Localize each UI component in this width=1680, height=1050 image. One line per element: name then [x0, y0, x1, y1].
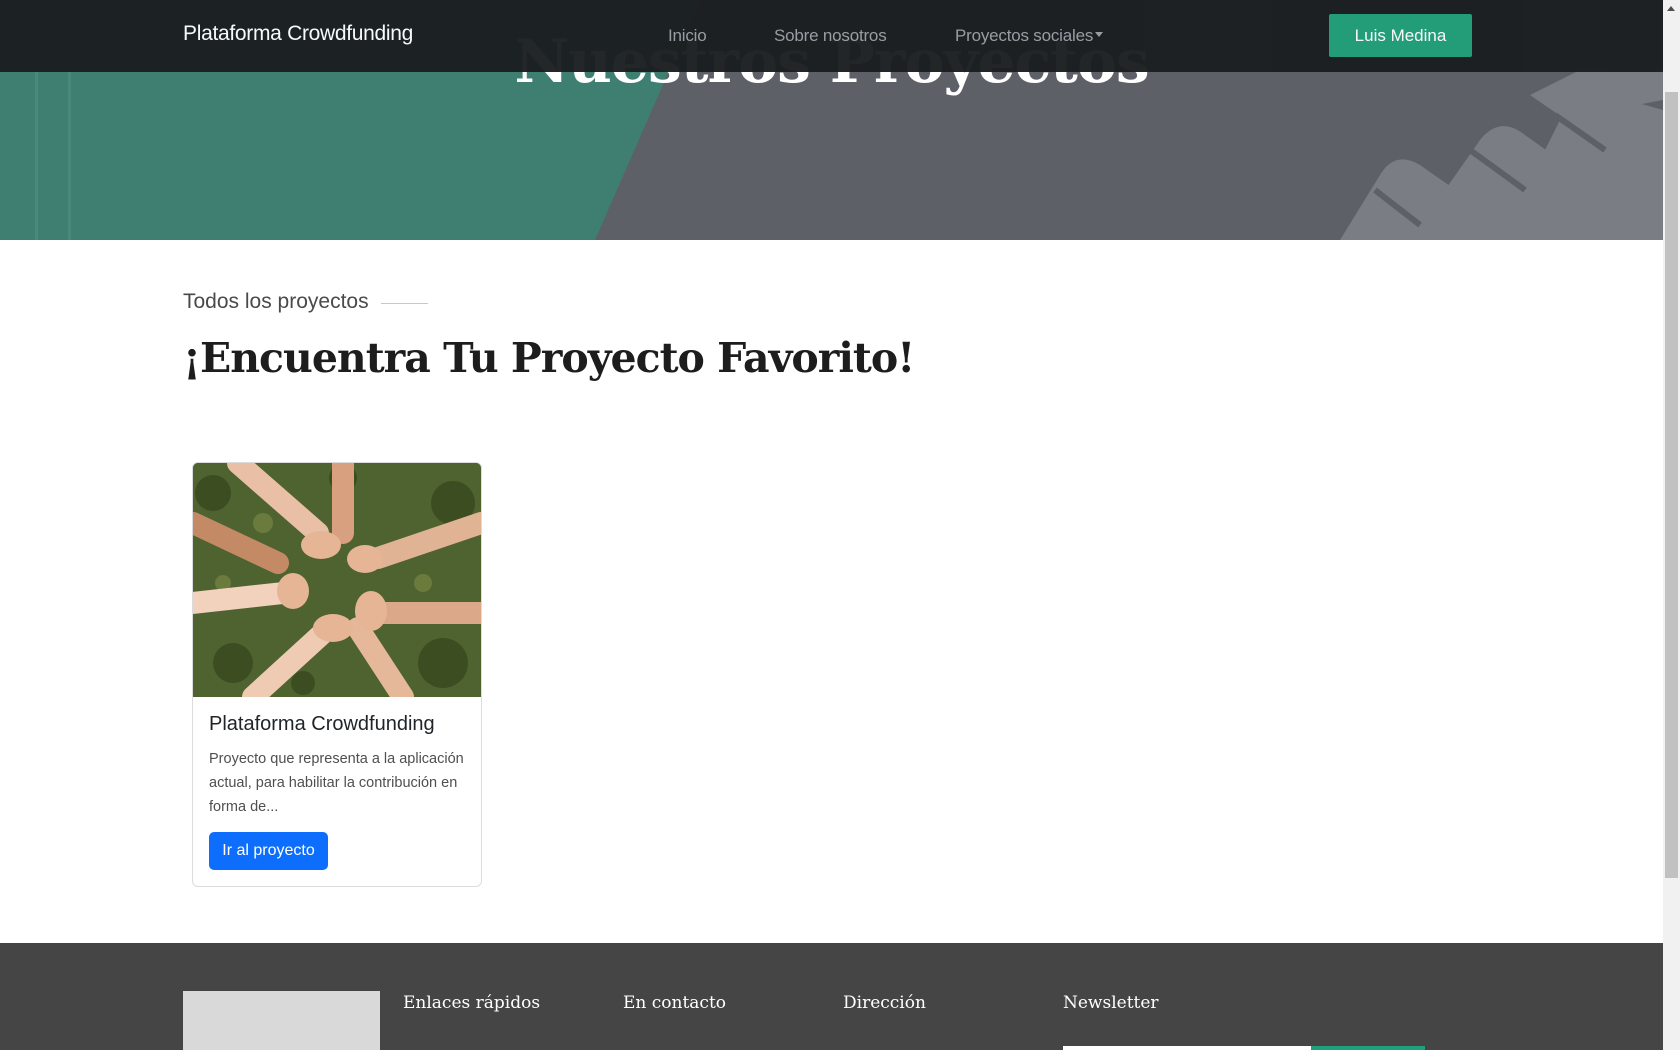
navbar: Plataforma Crowdfunding Inicio Sobre nos…: [0, 0, 1663, 72]
vertical-scrollbar[interactable]: [1663, 0, 1680, 1050]
project-title: Plataforma Crowdfunding: [209, 713, 435, 735]
section-eyebrow: Todos los proyectos: [183, 290, 369, 313]
nav-link-sobre-nosotros[interactable]: Sobre nosotros: [774, 26, 887, 46]
scrollbar-thumb[interactable]: [1665, 92, 1678, 878]
navbar-brand[interactable]: Plataforma Crowdfunding: [183, 22, 413, 46]
footer-heading-newsletter: Newsletter: [1063, 993, 1159, 1013]
caret-down-icon: [1095, 32, 1104, 37]
project-description: Proyecto que representa a la aplicación …: [209, 751, 464, 815]
footer-logo: [183, 991, 380, 1050]
project-image: [193, 463, 481, 697]
user-account-button[interactable]: Luis Medina: [1329, 14, 1472, 57]
eyebrow-divider: [381, 303, 428, 304]
newsletter-email-input[interactable]: [1063, 1046, 1311, 1050]
section-title: ¡Encuentra Tu Proyecto Favorito!: [183, 334, 915, 382]
hands-circle-photo-icon: [193, 463, 481, 697]
newsletter-subscribe-button[interactable]: [1311, 1046, 1425, 1050]
footer: Enlaces rápidos En contacto Dirección Ne…: [0, 943, 1663, 1050]
page-viewport: Nuestros Proyectos Plataforma Crowdfundi…: [0, 0, 1663, 1050]
footer-heading-quick-links: Enlaces rápidos: [403, 993, 541, 1013]
project-card: Plataforma Crowdfunding Proyecto que rep…: [192, 462, 482, 887]
footer-heading-contact: En contacto: [623, 993, 727, 1013]
footer-heading-address: Dirección: [843, 993, 926, 1013]
scroll-up-arrow-icon[interactable]: [1667, 6, 1675, 11]
nav-dropdown-proyectos-sociales[interactable]: Proyectos sociales: [955, 26, 1104, 46]
go-to-project-button[interactable]: Ir al proyecto: [209, 832, 328, 870]
nav-link-inicio[interactable]: Inicio: [668, 26, 707, 46]
nav-dropdown-label: Proyectos sociales: [955, 26, 1094, 45]
